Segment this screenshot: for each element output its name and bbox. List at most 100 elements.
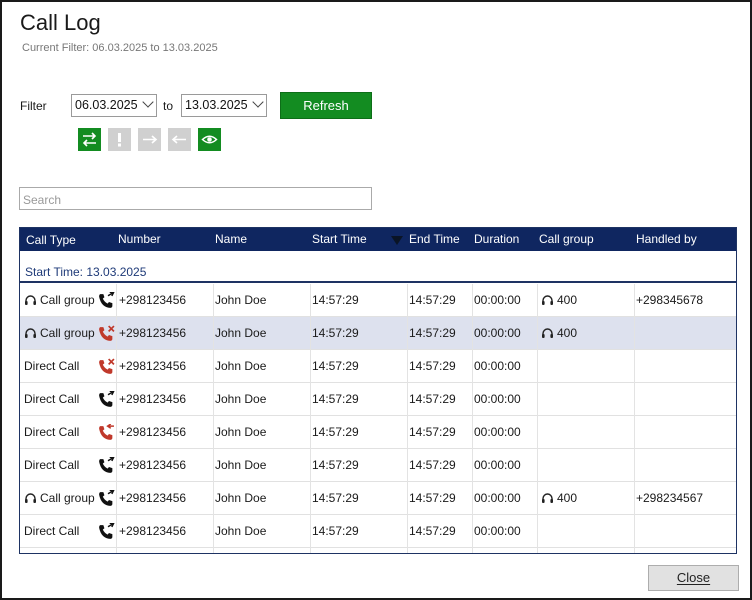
column-divider xyxy=(537,317,538,350)
start-time-cell: 14:57:29 xyxy=(312,392,359,406)
search-input[interactable]: Search xyxy=(19,187,372,210)
column-divider xyxy=(310,284,311,317)
chevron-down-icon xyxy=(142,96,154,108)
duration-cell: 00:00:00 xyxy=(474,326,521,340)
refresh-button[interactable]: Refresh xyxy=(280,92,372,119)
column-divider xyxy=(116,515,117,548)
start-time-cell: 14:57:29 xyxy=(312,359,359,373)
column-divider xyxy=(116,449,117,482)
column-divider xyxy=(213,317,214,350)
table-row[interactable]: Direct Call +298123456 John Doe 14:57:29 14:… xyxy=(20,350,736,383)
to-label: to xyxy=(163,99,174,113)
duration-cell: 00:00:00 xyxy=(474,491,521,505)
column-header-call-type[interactable]: Call Type xyxy=(26,233,76,247)
end-time-cell: 14:57:29 xyxy=(409,293,456,307)
column-header-duration[interactable]: Duration xyxy=(474,232,519,246)
toggle-incoming-calls-button[interactable] xyxy=(168,128,191,151)
incoming-call-icon xyxy=(99,523,115,539)
headset-icon xyxy=(24,294,37,307)
call-type-text: Direct Call xyxy=(24,359,80,373)
name-cell: John Doe xyxy=(215,524,267,538)
name-cell: John Doe xyxy=(215,293,267,307)
call-group-text: 400 xyxy=(557,326,578,340)
column-header-call-group[interactable]: Call group xyxy=(539,232,594,246)
table-row[interactable]: Direct Call +298123456 John Doe 14:57:29 14:… xyxy=(20,416,736,449)
table-row[interactable]: Call group +298123456 John Doe 14:57:29 14:5… xyxy=(20,317,736,350)
column-header-number[interactable]: Number xyxy=(118,232,161,246)
close-button[interactable]: Close xyxy=(648,565,739,591)
column-divider xyxy=(472,317,473,350)
column-divider xyxy=(116,284,117,317)
toggle-outgoing-calls-button[interactable] xyxy=(138,128,161,151)
column-divider xyxy=(116,350,117,383)
column-header-name[interactable]: Name xyxy=(215,232,247,246)
column-divider xyxy=(472,416,473,449)
toggle-visibility-button[interactable] xyxy=(198,128,221,151)
call-type-cell: Call group xyxy=(24,482,95,515)
column-divider xyxy=(537,284,538,317)
column-divider xyxy=(310,317,311,350)
column-divider xyxy=(310,515,311,548)
table-row[interactable]: Direct Call +298123456 John Doe 14:57:29 14:… xyxy=(20,383,736,416)
call-type-cell: Direct Call xyxy=(24,515,79,548)
column-header-handled-by[interactable]: Handled by xyxy=(636,232,697,246)
call-type-cell: Direct Call xyxy=(24,416,79,449)
column-divider xyxy=(407,383,408,416)
column-divider xyxy=(407,284,408,317)
duration-cell: 00:00:00 xyxy=(474,293,521,307)
column-divider xyxy=(472,284,473,317)
column-header-end-time[interactable]: End Time xyxy=(409,232,460,246)
duration-cell: 00:00:00 xyxy=(474,359,521,373)
table-row[interactable] xyxy=(20,548,736,553)
column-divider xyxy=(407,548,408,553)
column-header-start-time[interactable]: Start Time xyxy=(312,232,367,246)
arrow-left-icon xyxy=(171,135,186,144)
column-divider xyxy=(213,416,214,449)
call-type-text: Direct Call xyxy=(24,458,80,472)
column-divider xyxy=(634,317,635,350)
column-divider xyxy=(537,482,538,515)
name-cell: John Doe xyxy=(215,326,267,340)
number-cell: +298123456 xyxy=(119,293,187,307)
end-time-cell: 14:57:29 xyxy=(409,458,456,472)
call-type-cell: Direct Call xyxy=(24,383,79,416)
column-divider xyxy=(213,383,214,416)
from-date-value: 06.03.2025 xyxy=(75,98,138,112)
column-divider xyxy=(537,383,538,416)
to-date-select[interactable]: 13.03.2025 xyxy=(181,94,267,117)
from-date-select[interactable]: 06.03.2025 xyxy=(71,94,157,117)
column-divider xyxy=(407,515,408,548)
number-cell: +298123456 xyxy=(119,359,187,373)
column-divider xyxy=(213,548,214,553)
column-divider xyxy=(310,350,311,383)
column-divider xyxy=(472,515,473,548)
name-cell: John Doe xyxy=(215,425,267,439)
end-time-cell: 14:57:29 xyxy=(409,524,456,538)
current-filter-text: Current Filter: 06.03.2025 to 13.03.2025 xyxy=(22,42,218,54)
end-time-cell: 14:57:29 xyxy=(409,491,456,505)
call-type-text: Direct Call xyxy=(24,425,80,439)
number-cell: +298123456 xyxy=(119,491,187,505)
sort-descending-icon xyxy=(391,236,403,245)
column-divider xyxy=(116,482,117,515)
table-row[interactable]: Direct Call +298123456 John Doe 14:57:29 14:… xyxy=(20,515,736,548)
number-cell: +298123456 xyxy=(119,458,187,472)
column-divider xyxy=(116,317,117,350)
column-divider xyxy=(310,383,311,416)
table-row[interactable]: Call group +298123456 John Doe 14:57:29 14:5… xyxy=(20,482,736,515)
column-divider xyxy=(634,482,635,515)
column-divider xyxy=(634,284,635,317)
column-divider xyxy=(634,515,635,548)
table-row[interactable]: Direct Call +298123456 John Doe 14:57:29 14:… xyxy=(20,449,736,482)
call-group-cell: 400 xyxy=(541,482,577,515)
duration-cell: 00:00:00 xyxy=(474,524,521,538)
group-header-row[interactable]: Start Time: 13.03.2025 xyxy=(20,252,736,283)
column-divider xyxy=(472,482,473,515)
toggle-missed-calls-button[interactable] xyxy=(108,128,131,151)
toggle-all-calls-button[interactable] xyxy=(78,128,101,151)
missed-call-icon xyxy=(99,358,115,374)
column-divider xyxy=(407,350,408,383)
table-row[interactable]: Call group +298123456 John Doe 14:57:29 14:5… xyxy=(20,284,736,317)
call-group-cell: 400 xyxy=(541,317,577,350)
handled-by-cell: +298234567 xyxy=(636,491,704,505)
